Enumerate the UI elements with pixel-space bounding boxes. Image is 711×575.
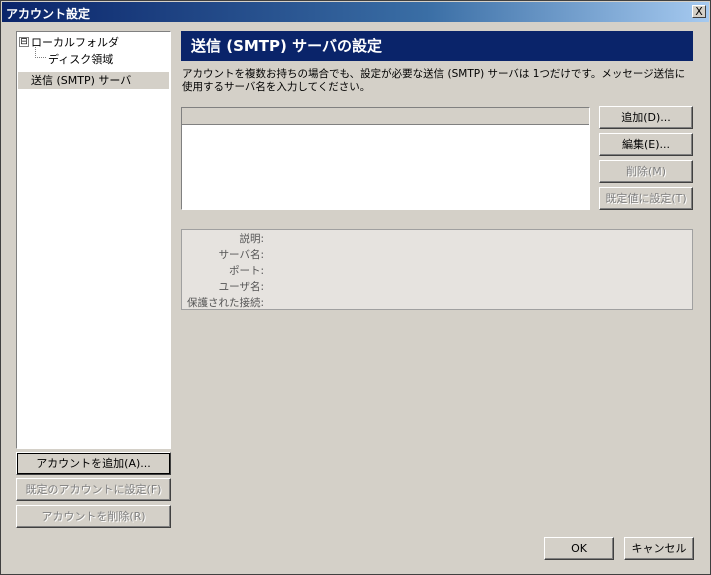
window-title: アカウント設定 [6, 7, 91, 21]
set-default-account-button[interactable]: 既定のアカウントに設定(F) [16, 478, 171, 501]
secure-connection-label: 保護された接続: [186, 297, 264, 309]
close-button[interactable]: X [692, 5, 706, 18]
account-settings-window: アカウント設定 X ⊟ ローカルフォルダ ディスク領域 送信 (SMTP) サーバ… [0, 0, 711, 575]
add-server-button[interactable]: 追加(D)... [599, 106, 693, 129]
add-account-button[interactable]: アカウントを追加(A)... [16, 452, 171, 475]
edit-server-button[interactable]: 編集(E)... [599, 133, 693, 156]
tree-item-local-folders[interactable]: ⊟ ローカルフォルダ [19, 34, 119, 51]
title-bar: アカウント設定 X [2, 2, 709, 22]
remove-account-button[interactable]: アカウントを削除(R) [16, 505, 171, 528]
panel-title: 送信 (SMTP) サーバの設定 [181, 31, 693, 61]
tree-item-label: 送信 (SMTP) サーバ [31, 74, 132, 87]
tree-item-smtp-server[interactable]: 送信 (SMTP) サーバ [18, 72, 169, 89]
description-label: 説明: [239, 233, 264, 245]
ok-button[interactable]: OK [544, 537, 614, 560]
tree-connector-icon [35, 47, 46, 58]
port-label: ポート: [228, 265, 264, 277]
server-name-label: サーバ名: [218, 249, 264, 261]
collapse-icon[interactable]: ⊟ [19, 37, 29, 47]
tree-item-disk-space[interactable]: ディスク領域 [35, 47, 114, 68]
account-tree[interactable]: ⊟ ローカルフォルダ ディスク領域 送信 (SMTP) サーバ [16, 31, 171, 449]
list-header [182, 108, 589, 125]
set-default-server-button[interactable]: 既定値に設定(T) [599, 187, 693, 210]
server-details: 説明: サーバ名: ポート: ユーザ名: 保護された接続: [181, 229, 693, 310]
smtp-server-list[interactable] [181, 107, 590, 210]
username-label: ユーザ名: [218, 281, 264, 293]
cancel-button[interactable]: キャンセル [624, 537, 694, 560]
delete-server-button[interactable]: 削除(M) [599, 160, 693, 183]
tree-item-label: ディスク領域 [48, 53, 114, 66]
panel-description: アカウントを複数お持ちの場合でも、設定が必要な送信 (SMTP) サーバは 1つ… [182, 68, 686, 93]
